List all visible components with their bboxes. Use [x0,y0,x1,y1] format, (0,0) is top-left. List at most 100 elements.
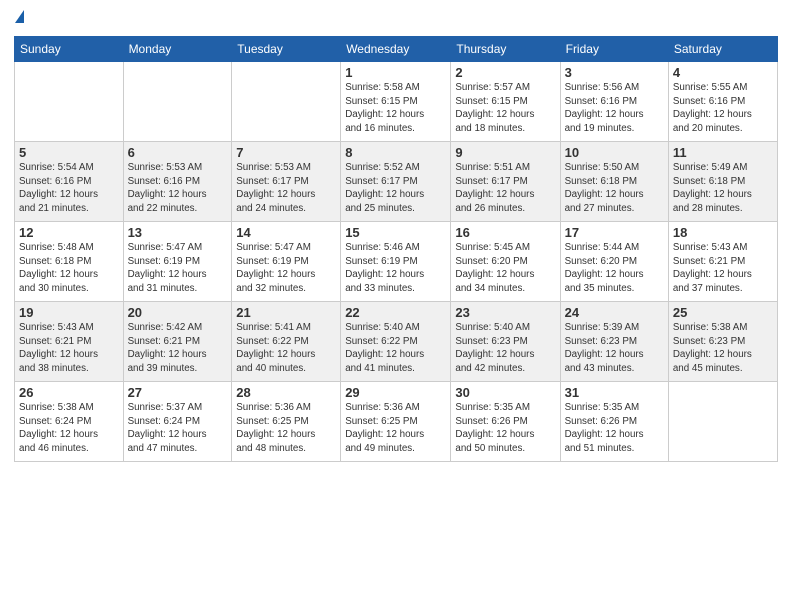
calendar-cell: 1Sunrise: 5:58 AM Sunset: 6:15 PM Daylig… [341,62,451,142]
day-info: Sunrise: 5:54 AM Sunset: 6:16 PM Dayligh… [19,161,119,216]
day-number: 25 [673,305,773,320]
day-info: Sunrise: 5:53 AM Sunset: 6:16 PM Dayligh… [128,161,228,216]
calendar-cell: 15Sunrise: 5:46 AM Sunset: 6:19 PM Dayli… [341,222,451,302]
header [14,10,778,28]
day-info: Sunrise: 5:51 AM Sunset: 6:17 PM Dayligh… [455,161,555,216]
weekday-header-wednesday: Wednesday [341,37,451,62]
day-number: 21 [236,305,336,320]
calendar-cell: 29Sunrise: 5:36 AM Sunset: 6:25 PM Dayli… [341,382,451,462]
calendar-cell: 11Sunrise: 5:49 AM Sunset: 6:18 PM Dayli… [668,142,777,222]
calendar-cell: 18Sunrise: 5:43 AM Sunset: 6:21 PM Dayli… [668,222,777,302]
calendar-week-row: 5Sunrise: 5:54 AM Sunset: 6:16 PM Daylig… [15,142,778,222]
calendar-cell: 8Sunrise: 5:52 AM Sunset: 6:17 PM Daylig… [341,142,451,222]
day-info: Sunrise: 5:47 AM Sunset: 6:19 PM Dayligh… [128,241,228,296]
day-number: 27 [128,385,228,400]
weekday-header-friday: Friday [560,37,668,62]
day-number: 6 [128,145,228,160]
calendar-cell: 10Sunrise: 5:50 AM Sunset: 6:18 PM Dayli… [560,142,668,222]
day-number: 7 [236,145,336,160]
calendar-cell: 12Sunrise: 5:48 AM Sunset: 6:18 PM Dayli… [15,222,124,302]
day-info: Sunrise: 5:55 AM Sunset: 6:16 PM Dayligh… [673,81,773,136]
day-info: Sunrise: 5:35 AM Sunset: 6:26 PM Dayligh… [455,401,555,456]
calendar-cell: 31Sunrise: 5:35 AM Sunset: 6:26 PM Dayli… [560,382,668,462]
logo [14,10,25,28]
calendar-cell: 9Sunrise: 5:51 AM Sunset: 6:17 PM Daylig… [451,142,560,222]
logo-icon-triangle [15,10,24,23]
calendar-cell: 4Sunrise: 5:55 AM Sunset: 6:16 PM Daylig… [668,62,777,142]
day-number: 9 [455,145,555,160]
day-number: 30 [455,385,555,400]
day-number: 18 [673,225,773,240]
calendar-cell: 6Sunrise: 5:53 AM Sunset: 6:16 PM Daylig… [123,142,232,222]
weekday-header-monday: Monday [123,37,232,62]
calendar-cell: 19Sunrise: 5:43 AM Sunset: 6:21 PM Dayli… [15,302,124,382]
day-info: Sunrise: 5:38 AM Sunset: 6:23 PM Dayligh… [673,321,773,376]
calendar-cell: 2Sunrise: 5:57 AM Sunset: 6:15 PM Daylig… [451,62,560,142]
day-info: Sunrise: 5:52 AM Sunset: 6:17 PM Dayligh… [345,161,446,216]
calendar-cell: 28Sunrise: 5:36 AM Sunset: 6:25 PM Dayli… [232,382,341,462]
day-info: Sunrise: 5:58 AM Sunset: 6:15 PM Dayligh… [345,81,446,136]
day-number: 23 [455,305,555,320]
day-number: 11 [673,145,773,160]
day-number: 22 [345,305,446,320]
day-info: Sunrise: 5:43 AM Sunset: 6:21 PM Dayligh… [19,321,119,376]
calendar-cell: 22Sunrise: 5:40 AM Sunset: 6:22 PM Dayli… [341,302,451,382]
day-number: 28 [236,385,336,400]
day-info: Sunrise: 5:35 AM Sunset: 6:26 PM Dayligh… [565,401,664,456]
day-number: 12 [19,225,119,240]
day-info: Sunrise: 5:47 AM Sunset: 6:19 PM Dayligh… [236,241,336,296]
day-info: Sunrise: 5:37 AM Sunset: 6:24 PM Dayligh… [128,401,228,456]
calendar-cell: 13Sunrise: 5:47 AM Sunset: 6:19 PM Dayli… [123,222,232,302]
calendar-cell: 21Sunrise: 5:41 AM Sunset: 6:22 PM Dayli… [232,302,341,382]
day-number: 1 [345,65,446,80]
day-number: 14 [236,225,336,240]
day-number: 10 [565,145,664,160]
calendar-cell: 20Sunrise: 5:42 AM Sunset: 6:21 PM Dayli… [123,302,232,382]
day-info: Sunrise: 5:38 AM Sunset: 6:24 PM Dayligh… [19,401,119,456]
day-info: Sunrise: 5:40 AM Sunset: 6:22 PM Dayligh… [345,321,446,376]
day-info: Sunrise: 5:36 AM Sunset: 6:25 PM Dayligh… [345,401,446,456]
day-number: 15 [345,225,446,240]
calendar-week-row: 26Sunrise: 5:38 AM Sunset: 6:24 PM Dayli… [15,382,778,462]
day-info: Sunrise: 5:41 AM Sunset: 6:22 PM Dayligh… [236,321,336,376]
weekday-header-sunday: Sunday [15,37,124,62]
day-info: Sunrise: 5:49 AM Sunset: 6:18 PM Dayligh… [673,161,773,216]
calendar-cell: 5Sunrise: 5:54 AM Sunset: 6:16 PM Daylig… [15,142,124,222]
calendar-cell: 23Sunrise: 5:40 AM Sunset: 6:23 PM Dayli… [451,302,560,382]
day-info: Sunrise: 5:50 AM Sunset: 6:18 PM Dayligh… [565,161,664,216]
weekday-header-tuesday: Tuesday [232,37,341,62]
day-number: 31 [565,385,664,400]
calendar-cell [668,382,777,462]
page-container: SundayMondayTuesdayWednesdayThursdayFrid… [0,0,792,470]
day-info: Sunrise: 5:43 AM Sunset: 6:21 PM Dayligh… [673,241,773,296]
day-info: Sunrise: 5:53 AM Sunset: 6:17 PM Dayligh… [236,161,336,216]
day-info: Sunrise: 5:48 AM Sunset: 6:18 PM Dayligh… [19,241,119,296]
day-number: 16 [455,225,555,240]
day-info: Sunrise: 5:42 AM Sunset: 6:21 PM Dayligh… [128,321,228,376]
calendar-cell: 7Sunrise: 5:53 AM Sunset: 6:17 PM Daylig… [232,142,341,222]
day-number: 20 [128,305,228,320]
calendar-cell: 17Sunrise: 5:44 AM Sunset: 6:20 PM Dayli… [560,222,668,302]
day-info: Sunrise: 5:46 AM Sunset: 6:19 PM Dayligh… [345,241,446,296]
day-number: 17 [565,225,664,240]
day-info: Sunrise: 5:56 AM Sunset: 6:16 PM Dayligh… [565,81,664,136]
calendar-cell [15,62,124,142]
calendar-week-row: 1Sunrise: 5:58 AM Sunset: 6:15 PM Daylig… [15,62,778,142]
day-info: Sunrise: 5:36 AM Sunset: 6:25 PM Dayligh… [236,401,336,456]
day-info: Sunrise: 5:39 AM Sunset: 6:23 PM Dayligh… [565,321,664,376]
calendar-cell [232,62,341,142]
weekday-header-saturday: Saturday [668,37,777,62]
calendar-cell: 16Sunrise: 5:45 AM Sunset: 6:20 PM Dayli… [451,222,560,302]
calendar-week-row: 19Sunrise: 5:43 AM Sunset: 6:21 PM Dayli… [15,302,778,382]
day-number: 3 [565,65,664,80]
calendar-cell: 27Sunrise: 5:37 AM Sunset: 6:24 PM Dayli… [123,382,232,462]
day-number: 8 [345,145,446,160]
day-number: 5 [19,145,119,160]
calendar-cell: 14Sunrise: 5:47 AM Sunset: 6:19 PM Dayli… [232,222,341,302]
calendar-cell: 26Sunrise: 5:38 AM Sunset: 6:24 PM Dayli… [15,382,124,462]
weekday-header-thursday: Thursday [451,37,560,62]
day-number: 13 [128,225,228,240]
calendar-week-row: 12Sunrise: 5:48 AM Sunset: 6:18 PM Dayli… [15,222,778,302]
day-number: 29 [345,385,446,400]
day-info: Sunrise: 5:44 AM Sunset: 6:20 PM Dayligh… [565,241,664,296]
